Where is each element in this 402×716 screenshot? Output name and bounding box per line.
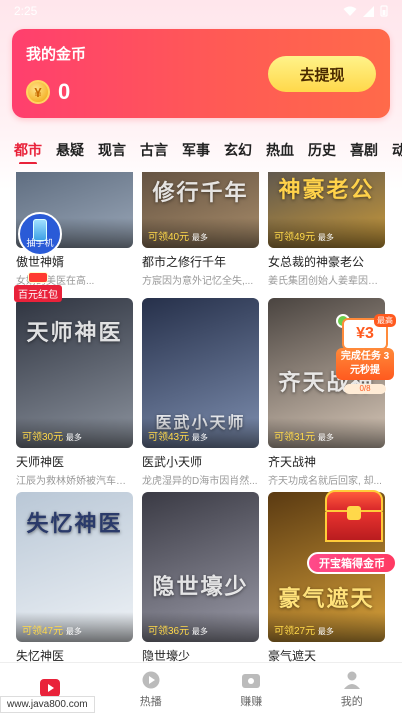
signal-icon (363, 5, 374, 17)
tab-rexue[interactable]: 热血 (266, 140, 294, 160)
red-envelope-icon (28, 272, 48, 283)
drama-desc: 齐天功成名就后回家, 却... (268, 476, 382, 487)
status-time: 2:25 (14, 4, 38, 18)
tab-dushi[interactable]: 都市 (14, 140, 42, 164)
task-progress: 0/8 (344, 384, 386, 394)
poster-title-art: 隐世壕少 (152, 574, 249, 600)
drama-title: 豪气遮天 (268, 649, 317, 662)
play-circle-icon (142, 671, 160, 688)
drama-card[interactable]: 神豪老公 可领49元 最多 女总裁的神豪老公 姜氏集团创始人姜辈因被... (268, 172, 385, 287)
treasure-chest-icon (325, 490, 383, 542)
status-bar: 2:25 (0, 0, 402, 22)
drama-reward: 可领40元 最多 (148, 232, 208, 243)
drama-reward: 可领49元 最多 (274, 232, 334, 243)
treasure-chest-button[interactable]: 开宝箱得金币 (307, 552, 397, 574)
watermark-text: www.java800.com (0, 696, 95, 713)
drama-poster[interactable]: 修行千年 可领40元 最多 (142, 172, 259, 248)
tab-guyan[interactable]: 古言 (140, 140, 168, 160)
drama-title: 女总裁的神豪老公 (268, 255, 365, 269)
drama-poster[interactable]: 医武小天师 可领43元 最多 (142, 298, 259, 448)
drama-title: 傲世神婿 (16, 255, 65, 269)
drama-desc: 方宸因为意外记忆全失,... (142, 276, 254, 287)
coin-balance: ¥ 0 (26, 79, 70, 105)
drama-title: 失忆神医 (16, 649, 65, 662)
user-icon (343, 671, 360, 689)
task-reward-widget[interactable]: ¥3 最高 完成任务 3元秒提 0/8 (336, 314, 396, 394)
drama-poster[interactable]: 失忆神医 可领47元 最多 (16, 492, 133, 642)
nav-hot[interactable]: 热播 (101, 663, 202, 716)
drama-reward: 可领36元 最多 (148, 626, 208, 637)
drama-card[interactable]: 修行千年 可领40元 最多 都市之修行千年 方宸因为意外记忆全失,... (142, 172, 259, 287)
drama-reward: 可领31元 最多 (274, 432, 334, 443)
tab-dongzuo[interactable]: 动作 (392, 140, 402, 160)
lottery-phone-badge[interactable]: 抽手机 (18, 212, 62, 256)
drama-reward: 可领27元 最多 (274, 626, 334, 637)
poster-title-art: 神豪老公 (278, 177, 375, 203)
tab-xuanhuan[interactable]: 玄幻 (224, 140, 252, 160)
tab-lishi[interactable]: 历史 (308, 140, 336, 160)
drama-desc: 江辰为救林娇娇被汽车撞... (16, 476, 133, 487)
drama-desc: 姜氏集团创始人姜辈因被... (268, 276, 385, 287)
poster-title-art: 失忆神医 (26, 511, 123, 537)
red-packet-label: 百元红包 (14, 285, 62, 302)
drama-grid: 可领 傲世神婿 女婿的美医在高... 修行千年 可领40元 最多 都市之修行千年… (0, 172, 402, 662)
drama-poster[interactable]: 隐世壕少 可领36元 最多 (142, 492, 259, 642)
drama-desc: 龙虎湿异的D海市因肖然... (142, 476, 258, 487)
red-packet-entry[interactable]: 百元红包 (14, 272, 62, 302)
wifi-icon (343, 6, 357, 16)
drama-poster[interactable]: 神豪老公 可领49元 最多 (268, 172, 385, 248)
drama-card[interactable]: 失忆神医 可领47元 最多 失忆神医 (16, 492, 133, 662)
drama-reward: 可领30元 最多 (22, 432, 82, 443)
play-icon (40, 678, 61, 697)
tab-xiju[interactable]: 喜剧 (350, 140, 378, 160)
drama-title: 天师神医 (16, 455, 65, 469)
battery-icon (380, 5, 388, 17)
drama-title: 齐天战神 (268, 455, 317, 469)
nav-profile[interactable]: 我的 (302, 663, 402, 716)
treasure-chest-entry[interactable]: 开宝箱得金币 (307, 490, 397, 580)
drama-reward: 可领43元 最多 (148, 432, 208, 443)
drama-reward: 可领47元 最多 (22, 626, 82, 637)
task-text: 完成任务 3元秒提 (336, 348, 394, 380)
drama-poster[interactable]: 天师神医 可领30元 最多 (16, 298, 133, 448)
coin-card: 我的金币 ¥ 0 去提现 (12, 29, 390, 118)
drama-title: 医武小天师 (142, 455, 203, 469)
poster-title-art: 修行千年 (152, 180, 249, 206)
coin-value: 0 (58, 79, 71, 104)
drama-card[interactable]: 医武小天师 可领43元 最多 医武小天师 龙虎湿异的D海市因肖然... (142, 298, 259, 487)
drama-title: 隐世壕少 (142, 649, 191, 662)
nav-earn[interactable]: 赚赚 (201, 663, 302, 716)
tab-xuanyi[interactable]: 悬疑 (56, 140, 84, 160)
tab-xianyan[interactable]: 现言 (98, 140, 126, 160)
coin-card-title: 我的金币 (26, 46, 87, 63)
task-hot-badge: 最高 (374, 314, 396, 327)
drama-card[interactable]: 天师神医 可领30元 最多 天师神医 江辰为救林娇娇被汽车撞... (16, 298, 133, 487)
withdraw-button[interactable]: 去提现 (268, 56, 376, 92)
poster-title-art: 豪气遮天 (278, 586, 375, 612)
drama-title: 都市之修行千年 (142, 255, 227, 269)
phone-icon (33, 219, 47, 241)
tab-junshi[interactable]: 军事 (182, 140, 210, 160)
poster-title-art: 天师神医 (26, 320, 123, 346)
category-tabs: 都市 悬疑 现言 古言 军事 玄幻 热血 历史 喜剧 动作 (0, 136, 402, 164)
wallet-icon (242, 673, 261, 688)
drama-card[interactable]: 隐世壕少 可领36元 最多 隐世壕少 (142, 492, 259, 662)
coin-icon: ¥ (26, 80, 50, 104)
